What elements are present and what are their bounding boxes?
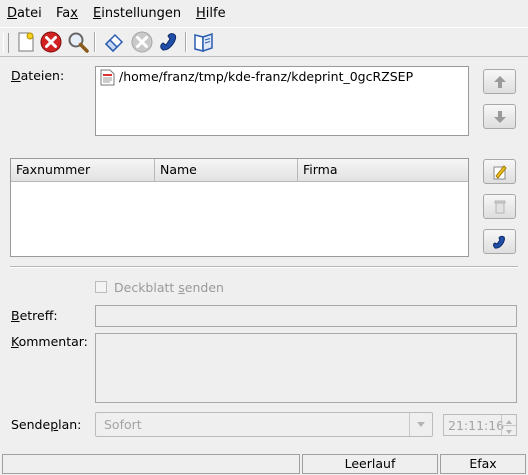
recipients-table[interactable]: Faxnummer Name Firma [10,158,469,257]
stop-icon[interactable] [130,30,154,54]
move-down-button[interactable] [483,104,516,129]
schedule-label: Sendeplan: [11,417,82,432]
status-message [2,454,300,474]
clear-icon[interactable] [102,30,126,54]
status-state: Leerlauf [302,454,438,474]
remove-recipient-button[interactable] [483,194,516,219]
move-up-button[interactable] [483,69,516,94]
file-path: /home/franz/tmp/kde-franz/kdeprint_0gcRZ… [119,69,414,84]
time-value: 21:11:16 [448,418,505,433]
dial-recipient-button[interactable] [483,229,516,254]
time-spinbox[interactable]: 21:11:16 [443,414,517,436]
toolbar [0,27,528,57]
menu-hilfe[interactable]: Hilfe [196,6,226,21]
phone-icon [493,235,505,249]
cover-page-checkbox[interactable] [95,281,107,293]
document-icon [100,69,115,86]
column-firma[interactable]: Firma [298,159,468,181]
preview-icon[interactable] [66,30,90,54]
status-app: Efax [440,454,526,474]
schedule-select[interactable]: Sofort [95,412,433,437]
files-label: Dateien: [11,68,65,83]
table-header: Faxnummer Name Firma [11,159,468,182]
add-recipient-button[interactable] [483,159,516,184]
dropdown-button[interactable] [409,413,432,436]
comment-field[interactable] [95,333,517,403]
toolbar-separator [94,32,96,52]
new-file-icon[interactable] [14,30,38,54]
column-name[interactable]: Name [155,159,298,181]
menu-bar: Datei Fax Einstellungen Hilfe [0,0,528,27]
toolbar-separator [185,32,187,52]
trash-icon [494,200,506,214]
cover-page-label: Deckblatt senden [114,280,224,295]
files-list[interactable]: /home/franz/tmp/kde-franz/kdeprint_0gcRZ… [95,66,469,136]
comment-label: Kommentar: [11,334,88,349]
cancel-icon[interactable] [39,30,63,54]
address-book-icon[interactable] [192,30,216,54]
toolbar-grip[interactable] [3,33,9,53]
menu-fax[interactable]: Fax [56,6,78,21]
schedule-value: Sofort [104,417,142,432]
divider [10,266,518,268]
subject-field[interactable] [95,305,517,327]
send-fax-icon[interactable] [157,30,181,54]
status-bar: Leerlauf Efax [0,452,528,475]
column-faxnummer[interactable]: Faxnummer [11,159,155,181]
menu-datei[interactable]: Datei [7,6,42,21]
menu-einstellungen[interactable]: Einstellungen [93,6,181,21]
edit-note-icon [493,165,507,180]
arrow-up-icon [494,76,506,88]
chevron-down-icon [417,422,425,427]
chevron-down-icon [506,430,512,434]
spin-down-button[interactable] [501,425,516,435]
subject-label: Betreff: [11,308,58,323]
arrow-down-icon [494,111,506,123]
